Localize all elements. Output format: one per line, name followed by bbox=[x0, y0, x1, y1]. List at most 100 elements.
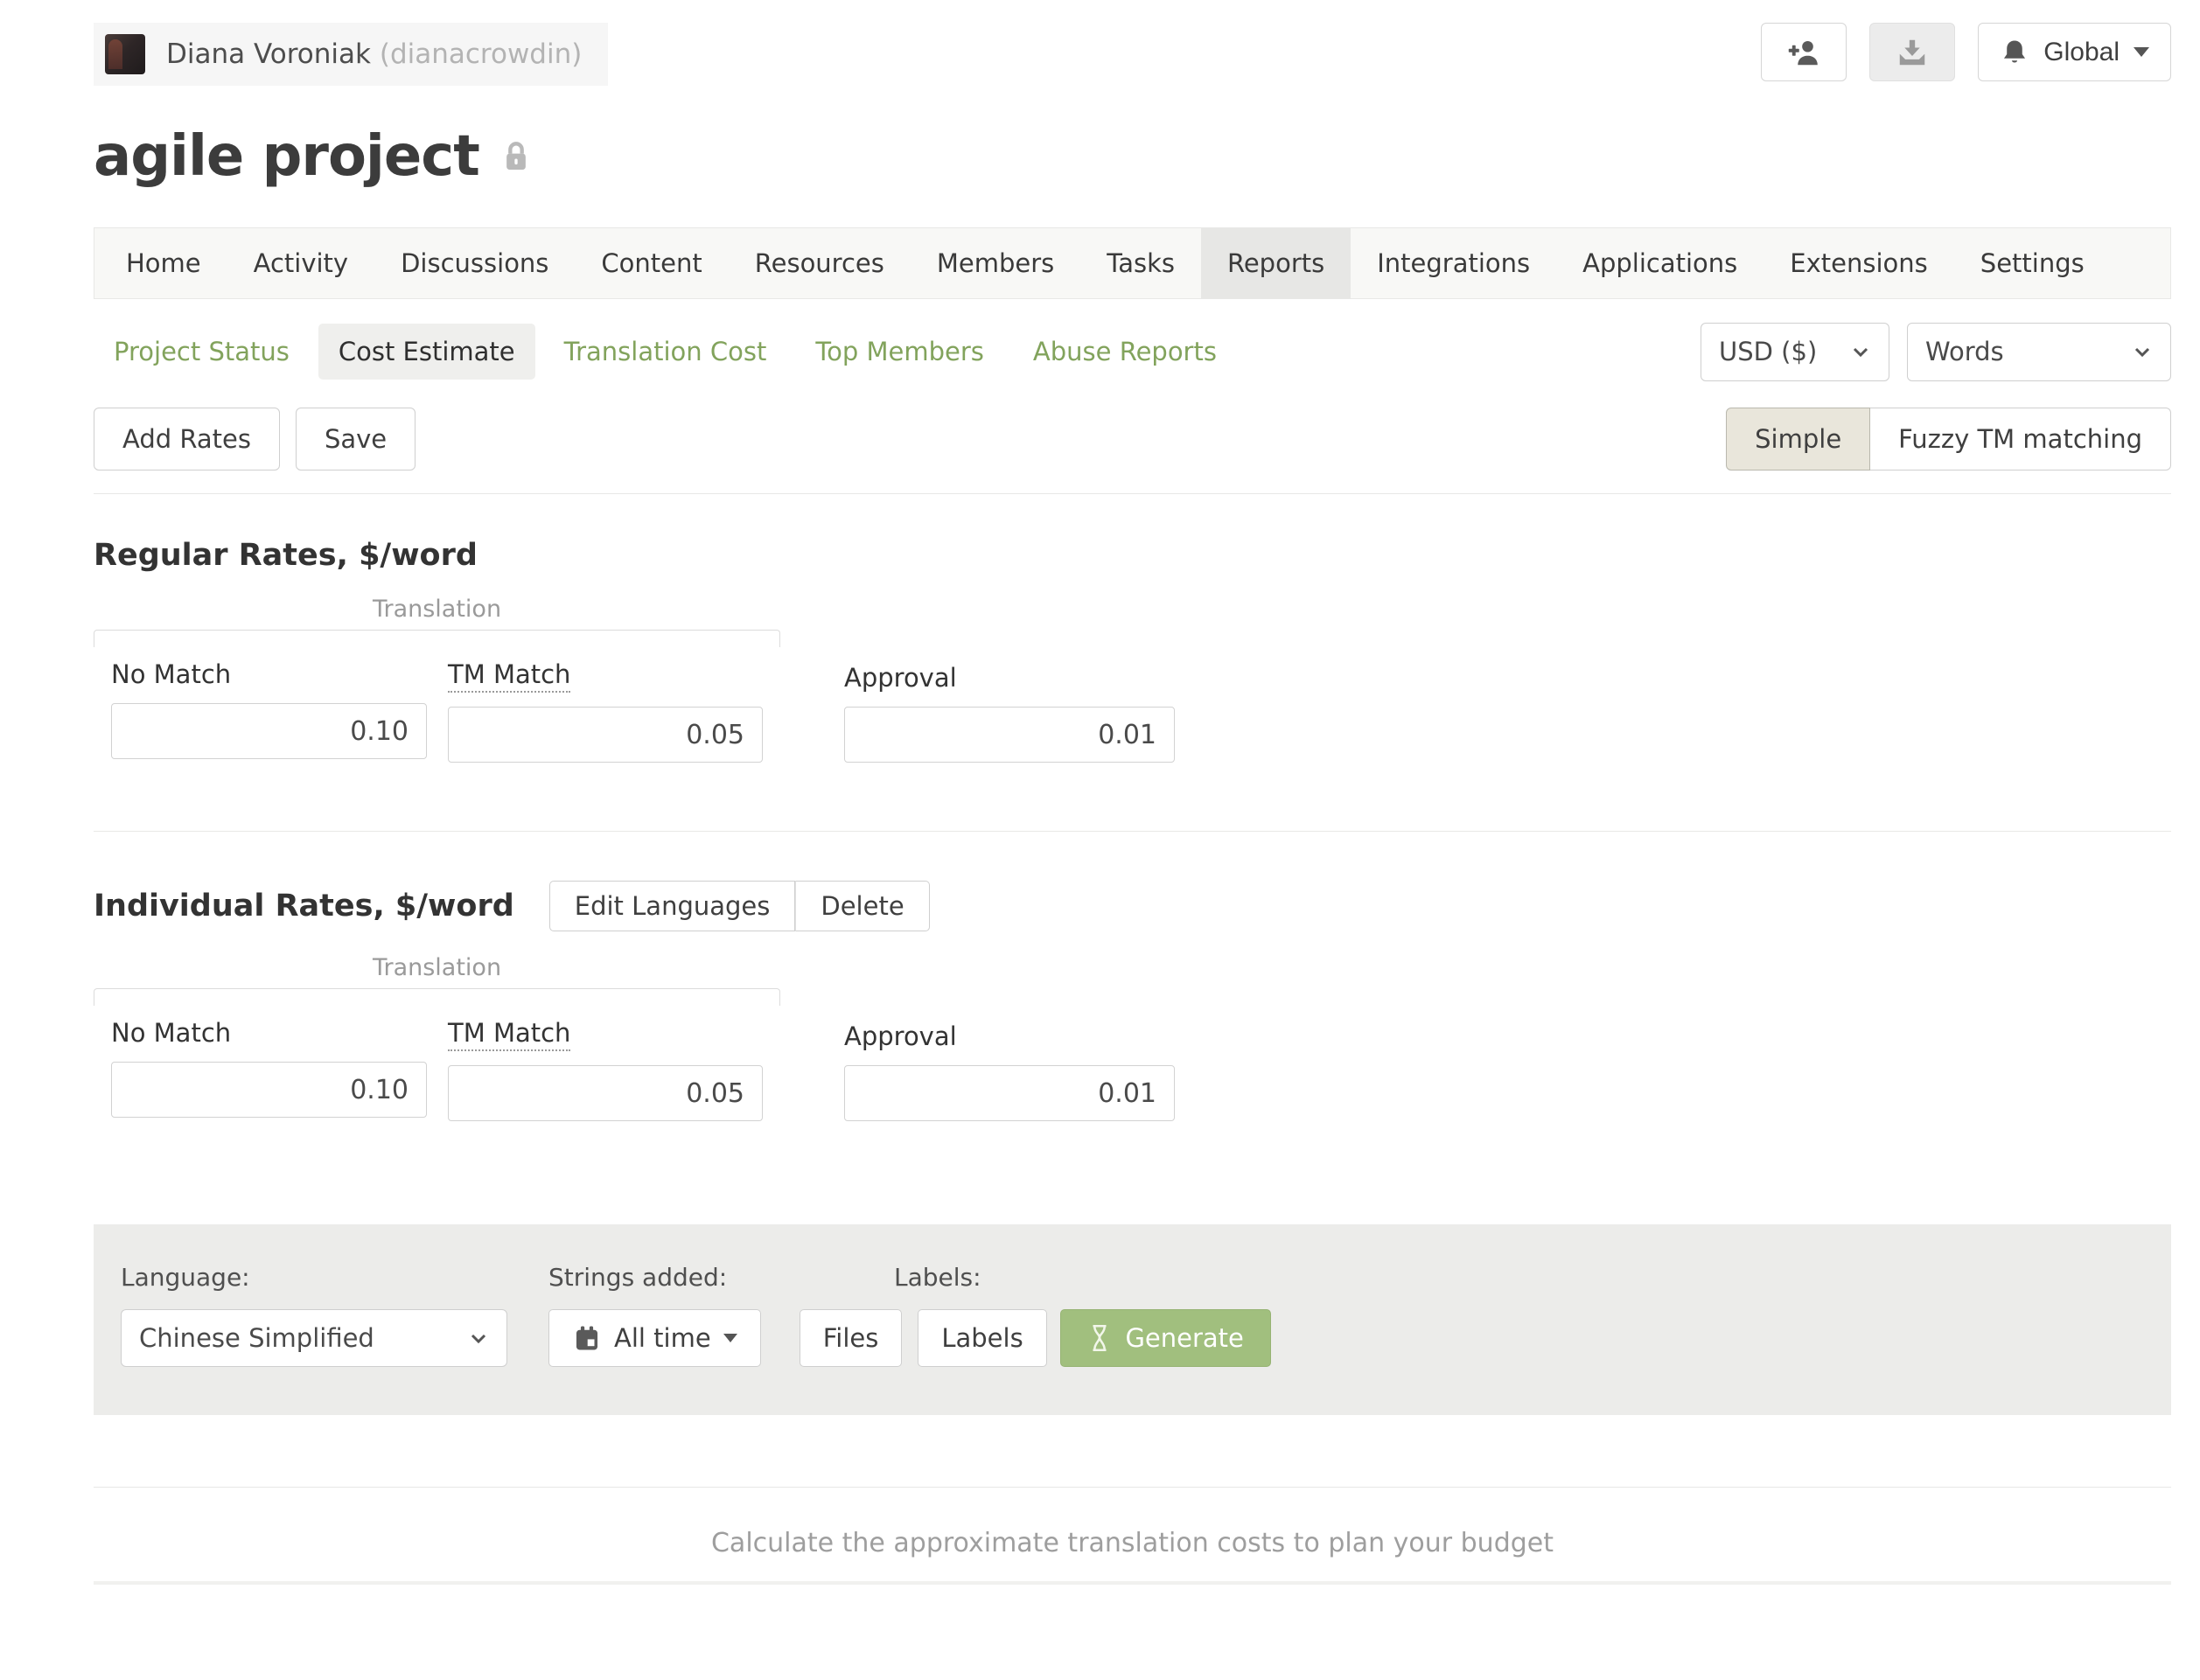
language-select[interactable]: Chinese Simplified bbox=[121, 1309, 507, 1367]
approval-input[interactable] bbox=[844, 1065, 1175, 1121]
group-bracket bbox=[94, 988, 780, 1006]
tm-match-label: TM Match bbox=[448, 1018, 570, 1051]
subtab-top-members[interactable]: Top Members bbox=[795, 324, 1004, 380]
language-label: Language: bbox=[121, 1263, 548, 1292]
translation-rate-group: Translation No Match TM Match bbox=[94, 931, 780, 1121]
divider bbox=[94, 831, 2171, 832]
user-login: (dianacrowdin) bbox=[380, 38, 583, 70]
tab-home[interactable]: Home bbox=[100, 228, 227, 298]
no-match-input[interactable] bbox=[111, 1062, 427, 1118]
mode-simple-button[interactable]: Simple bbox=[1726, 408, 1870, 471]
tab-discussions[interactable]: Discussions bbox=[374, 228, 575, 298]
download-report-button[interactable] bbox=[1869, 23, 1955, 81]
add-rates-button[interactable]: Add Rates bbox=[94, 408, 280, 471]
user-full-name: Diana Voroniak bbox=[166, 38, 371, 70]
tab-activity[interactable]: Activity bbox=[227, 228, 374, 298]
mode-fuzzy-button[interactable]: Fuzzy TM matching bbox=[1870, 408, 2171, 471]
strings-added-label: Strings added: bbox=[548, 1263, 894, 1292]
report-subtabs: Project Status Cost Estimate Translation… bbox=[94, 324, 1237, 380]
translation-group-label: Translation bbox=[94, 596, 780, 623]
download-icon bbox=[1895, 36, 1930, 69]
tab-settings[interactable]: Settings bbox=[1954, 228, 2111, 298]
notifications-button[interactable]: Global bbox=[1978, 23, 2171, 81]
chevron-down-icon bbox=[723, 1334, 737, 1342]
no-match-field: No Match bbox=[111, 1018, 427, 1121]
approval-field: Approval bbox=[844, 663, 1175, 763]
hourglass-icon bbox=[1086, 1322, 1113, 1354]
notifications-label: Global bbox=[2043, 38, 2120, 67]
tab-reports[interactable]: Reports bbox=[1201, 228, 1351, 298]
bottom-divider bbox=[94, 1581, 2171, 1585]
invite-user-button[interactable] bbox=[1761, 23, 1847, 81]
tab-applications[interactable]: Applications bbox=[1556, 228, 1763, 298]
generate-button[interactable]: Generate bbox=[1060, 1309, 1271, 1367]
current-user[interactable]: Diana Voroniak (dianacrowdin) bbox=[94, 23, 608, 86]
date-range-button[interactable]: All time bbox=[548, 1309, 761, 1367]
approval-label: Approval bbox=[844, 1021, 957, 1051]
page-title: agile project bbox=[94, 124, 479, 189]
divider bbox=[94, 1487, 2171, 1488]
chevron-down-icon bbox=[468, 1328, 489, 1349]
individual-rates-grid: Translation No Match TM Match Approval bbox=[94, 931, 2171, 1121]
group-bracket bbox=[94, 630, 780, 647]
subtab-translation-cost[interactable]: Translation Cost bbox=[544, 324, 787, 380]
subtab-project-status[interactable]: Project Status bbox=[94, 324, 310, 380]
approval-label: Approval bbox=[844, 663, 957, 693]
calendar-icon bbox=[572, 1322, 602, 1354]
chevron-down-icon bbox=[1850, 341, 1871, 362]
top-actions: Global bbox=[1761, 23, 2171, 81]
tab-content[interactable]: Content bbox=[575, 228, 728, 298]
save-button[interactable]: Save bbox=[296, 408, 416, 471]
add-person-icon bbox=[1786, 37, 1821, 68]
currency-value: USD ($) bbox=[1719, 337, 1817, 366]
individual-rates-actions: Edit Languages Delete bbox=[549, 881, 930, 931]
translation-rate-group: Translation No Match TM Match bbox=[94, 573, 780, 763]
subtab-cost-estimate[interactable]: Cost Estimate bbox=[318, 324, 535, 380]
tab-integrations[interactable]: Integrations bbox=[1351, 228, 1556, 298]
divider bbox=[94, 493, 2171, 494]
files-button[interactable]: Files bbox=[800, 1309, 903, 1367]
report-generator-panel: Language: Strings added: Labels: Chinese… bbox=[94, 1224, 2171, 1415]
title-row: agile project bbox=[94, 124, 2171, 189]
tab-tasks[interactable]: Tasks bbox=[1080, 228, 1201, 298]
chevron-down-icon bbox=[2132, 341, 2153, 362]
no-match-input[interactable] bbox=[111, 703, 427, 759]
rates-mode-toggle: Simple Fuzzy TM matching bbox=[1726, 408, 2171, 471]
tm-match-label: TM Match bbox=[448, 659, 570, 693]
tab-members[interactable]: Members bbox=[911, 228, 1080, 298]
tm-match-input[interactable] bbox=[448, 1065, 763, 1121]
tm-match-input[interactable] bbox=[448, 707, 763, 763]
no-match-field: No Match bbox=[111, 659, 427, 763]
tab-resources[interactable]: Resources bbox=[729, 228, 911, 298]
chevron-down-icon bbox=[2134, 47, 2149, 57]
currency-select[interactable]: USD ($) bbox=[1701, 323, 1889, 381]
project-tabs: Home Activity Discussions Content Resour… bbox=[94, 227, 2171, 299]
approval-input[interactable] bbox=[844, 707, 1175, 763]
unit-value: Words bbox=[1925, 337, 2004, 366]
regular-rates-heading: Regular Rates, $/word bbox=[94, 538, 2171, 573]
no-match-label: No Match bbox=[111, 659, 231, 689]
translation-group-label: Translation bbox=[94, 954, 780, 981]
bell-icon bbox=[2000, 37, 2029, 68]
avatar bbox=[105, 34, 145, 74]
top-bar: Diana Voroniak (dianacrowdin) bbox=[94, 23, 2171, 86]
tm-match-field: TM Match bbox=[448, 1018, 763, 1121]
language-value: Chinese Simplified bbox=[139, 1323, 374, 1353]
edit-languages-button[interactable]: Edit Languages bbox=[549, 881, 796, 931]
individual-rates-heading-row: Individual Rates, $/word Edit Languages … bbox=[94, 881, 2171, 931]
footer-hint: Calculate the approximate translation co… bbox=[94, 1528, 2171, 1558]
subtab-abuse-reports[interactable]: Abuse Reports bbox=[1013, 324, 1237, 380]
no-match-label: No Match bbox=[111, 1018, 231, 1048]
tab-extensions[interactable]: Extensions bbox=[1763, 228, 1953, 298]
lock-icon bbox=[499, 137, 534, 176]
user-name: Diana Voroniak (dianacrowdin) bbox=[166, 38, 582, 70]
unit-select[interactable]: Words bbox=[1907, 323, 2171, 381]
rates-toolbar-left: Add Rates Save bbox=[94, 408, 416, 471]
tm-match-field: TM Match bbox=[448, 659, 763, 763]
regular-rates-grid: Translation No Match TM Match Approval bbox=[94, 573, 2171, 763]
individual-rates-heading: Individual Rates, $/word bbox=[94, 889, 514, 924]
labels-button[interactable]: Labels bbox=[918, 1309, 1046, 1367]
report-subtab-row: Project Status Cost Estimate Translation… bbox=[94, 320, 2171, 383]
approval-field: Approval bbox=[844, 1021, 1175, 1121]
delete-button[interactable]: Delete bbox=[795, 881, 929, 931]
